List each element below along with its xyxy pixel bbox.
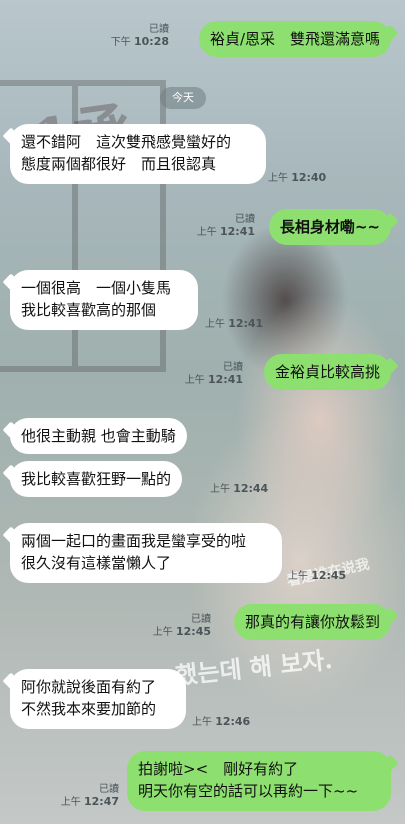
message-text: 我比較喜歡狂野一點的 (21, 470, 172, 488)
message-bubble-outgoing[interactable]: 長相身材嘞~~ (268, 209, 391, 245)
time-prefix: 上午 (184, 375, 205, 386)
message-text: 長相身材嘞~~ (279, 218, 380, 236)
message-text: 裕貞/恩采 雙飛還滿意嗎 (209, 30, 380, 48)
message-time: 12:45 (175, 625, 211, 638)
time-prefix: 下午 (110, 37, 131, 48)
message-time: 12:44 (233, 482, 269, 495)
message-text-line: 我比較喜歡高的那個 (21, 301, 157, 319)
message-text: 那真的有讓你放鬆到 (244, 613, 380, 631)
message-time: 12:46 (215, 715, 251, 728)
time-prefix: 上午 (192, 717, 212, 728)
time-prefix: 上午 (288, 571, 308, 582)
message-meta: 上午 12:46 (192, 716, 250, 729)
message-text-line: 拍謝啦>< 剛好有約了 (138, 760, 299, 778)
message-meta: 已讀 下午 10:28 (111, 24, 169, 49)
message-bubble-incoming[interactable]: 一個很高 一個小隻馬 我比較喜歡高的那個 (10, 270, 198, 330)
message-text-line: 很久沒有這樣當懶人了 (21, 554, 172, 572)
message-time: 12:47 (83, 795, 119, 808)
message-time: 12:41 (207, 373, 243, 386)
message-text-line: 還不錯阿 這次雙飛感覺蠻好的 (21, 133, 232, 151)
chat-message-list[interactable]: 裕貞/恩采 雙飛還滿意嗎 已讀 下午 10:28 今天 還不錯阿 這次雙飛感覺蠻… (0, 0, 405, 824)
message-time: 10:28 (133, 35, 169, 48)
message-bubble-outgoing[interactable]: 裕貞/恩采 雙飛還滿意嗎 (198, 21, 391, 57)
message-meta: 已讀 上午 12:47 (61, 784, 119, 809)
message-meta: 已讀 上午 12:41 (185, 362, 243, 387)
message-text-line: 一個很高 一個小隻馬 (21, 279, 172, 297)
message-text-line: 兩個一起口的畫面我是蠻享受的啦 (21, 532, 247, 550)
date-separator: 今天 (160, 87, 206, 109)
message-meta: 上午 12:41 (205, 318, 263, 331)
time-prefix: 上午 (268, 173, 288, 184)
message-time: 12:45 (311, 569, 347, 582)
message-bubble-incoming[interactable]: 兩個一起口的畫面我是蠻享受的啦 很久沒有這樣當懶人了 (10, 523, 282, 583)
message-text-line: 阿你就說後面有約了 (21, 678, 157, 696)
message-meta: 上午 12:44 (210, 483, 268, 496)
message-bubble-incoming[interactable]: 他很主動親 也會主動騎 (10, 418, 187, 454)
message-meta: 上午 12:40 (268, 172, 326, 185)
message-bubble-incoming[interactable]: 阿你就說後面有約了 不然我本來要加節的 (10, 669, 186, 729)
time-prefix: 上午 (196, 227, 217, 238)
message-text-line: 態度兩個都很好 而且很認真 (21, 155, 217, 173)
time-prefix: 上午 (210, 484, 230, 495)
message-bubble-outgoing[interactable]: 金裕貞比較高挑 (263, 354, 391, 390)
message-time: 12:41 (219, 225, 255, 238)
message-meta: 已讀 上午 12:45 (153, 614, 211, 639)
message-meta: 已讀 上午 12:41 (197, 214, 255, 239)
message-bubble-outgoing[interactable]: 那真的有讓你放鬆到 (233, 604, 391, 640)
message-time: 12:41 (228, 317, 264, 330)
message-bubble-incoming[interactable]: 我比較喜歡狂野一點的 (10, 461, 183, 497)
message-time: 12:40 (291, 171, 327, 184)
message-text: 他很主動親 也會主動騎 (21, 427, 176, 445)
time-prefix: 上午 (205, 319, 225, 330)
message-text-line: 不然我本來要加節的 (21, 700, 157, 718)
message-text-line: 明天你有空的話可以再約一下~~ (138, 782, 359, 800)
message-meta: 上午 12:45 (288, 570, 346, 583)
message-bubble-incoming[interactable]: 還不錯阿 這次雙飛感覺蠻好的 態度兩個都很好 而且很認真 (10, 124, 266, 184)
time-prefix: 上午 (152, 627, 173, 638)
message-bubble-outgoing[interactable]: 拍謝啦>< 剛好有約了 明天你有空的話可以再約一下~~ (127, 751, 391, 811)
time-prefix: 上午 (60, 797, 81, 808)
message-text: 金裕貞比較高挑 (274, 363, 380, 381)
